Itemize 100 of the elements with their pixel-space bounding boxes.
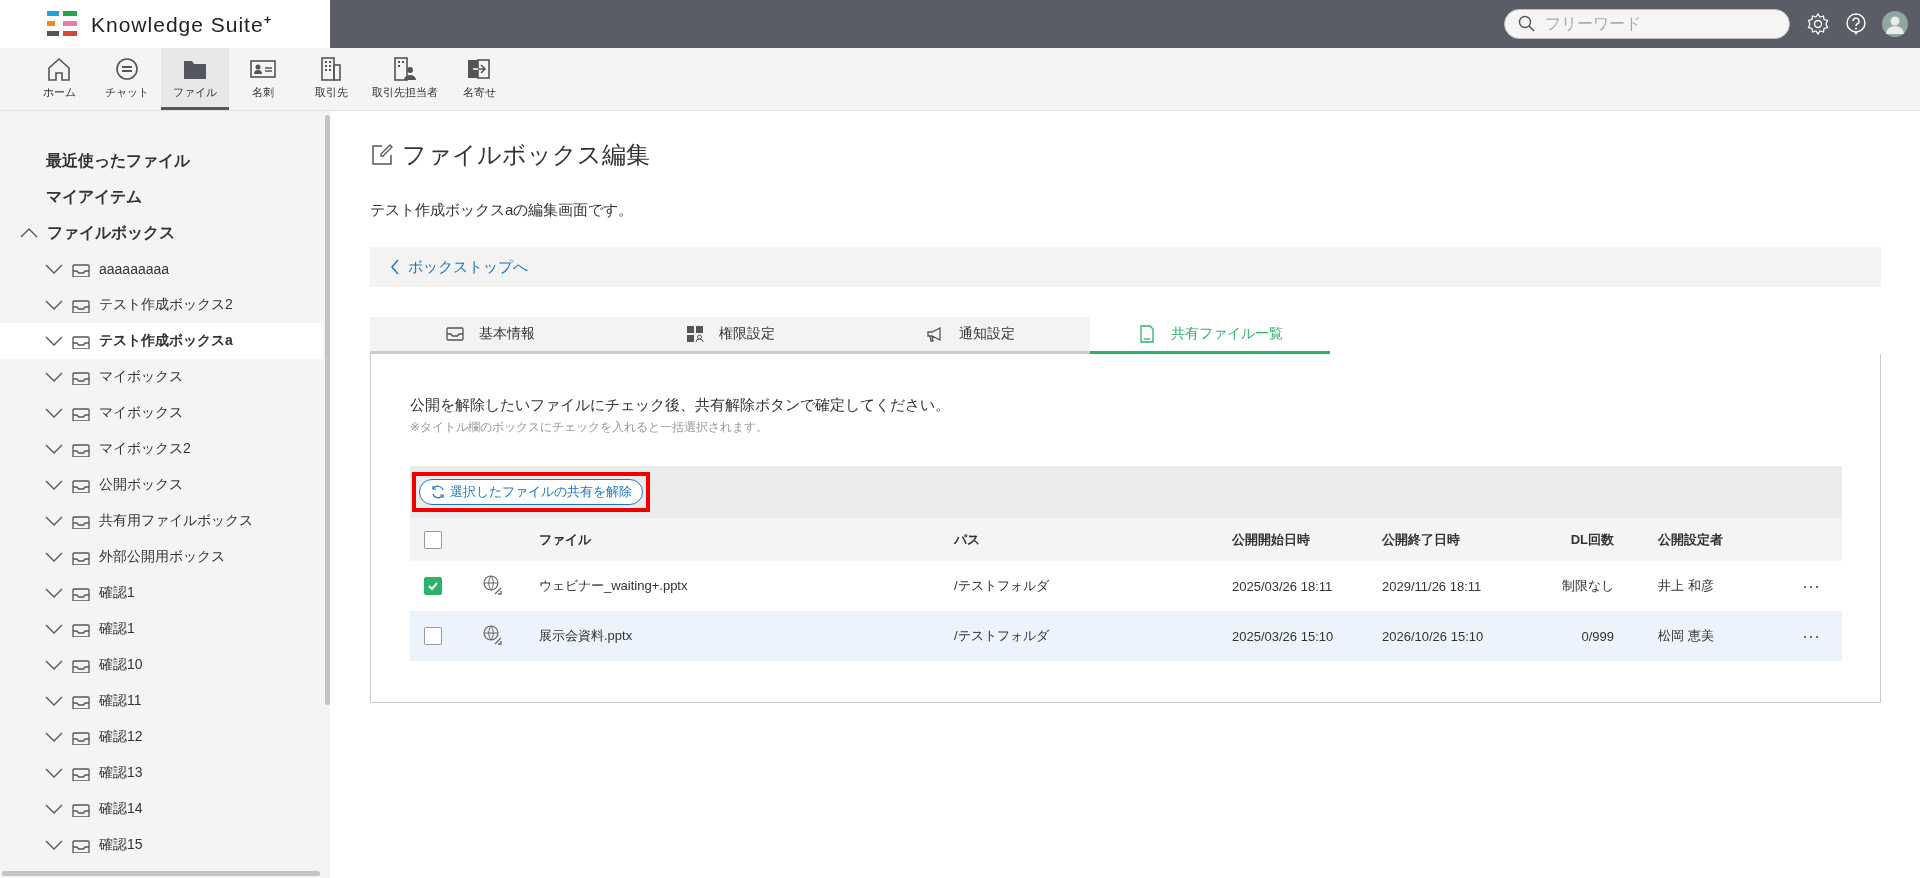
tab[interactable]: 基本情報 [370,317,610,354]
sidebar-item[interactable]: 確認15 [0,827,323,863]
nav-tab[interactable]: 取引先 [297,48,365,110]
table-cell: 松岡 恵美 [1658,628,1714,643]
page-description: テスト作成ボックスaの編集画面です。 [370,201,635,220]
sidebar-item[interactable]: テスト作成ボックスa [0,323,323,359]
chevron-down-icon[interactable] [45,803,63,815]
inbox-icon [71,549,91,565]
inbox-icon [71,261,91,277]
inbox-icon [71,693,91,709]
inbox-icon [71,477,91,493]
nav-tab[interactable]: 名刺 [229,48,297,110]
table-cell: ウェビナー_waiting+.pptx [539,578,688,593]
chevron-down-icon[interactable] [45,515,63,527]
sidebar-item[interactable]: 確認1 [0,575,323,611]
nav-tab[interactable]: 取引先担当者 [365,48,445,110]
chevron-down-icon[interactable] [45,263,63,275]
tab[interactable]: 権限設定 [610,317,850,354]
sidebar-link[interactable]: 最近使ったファイル [46,150,190,172]
logo-icon [47,11,77,37]
table-cell: 2025/03/26 18:11 [1232,578,1333,594]
search-field[interactable]: フリーワード [1504,9,1790,39]
sidebar-item[interactable]: マイボックス [0,359,323,395]
sidebar-link[interactable]: マイアイテム [46,186,142,208]
table-cell: 2029/11/26 18:11 [1382,578,1482,594]
chevron-down-icon[interactable] [45,479,63,491]
edit-icon [370,143,394,167]
nav-tab[interactable]: ホーム [25,48,93,110]
chevron-down-icon[interactable] [45,659,63,671]
chevron-down-icon[interactable] [45,587,63,599]
column-header: DL回数 [1570,531,1614,547]
chevron-down-icon[interactable] [45,731,63,743]
chevron-down-icon[interactable] [45,371,63,383]
instruction-text: 公開を解除したいファイルにチェック後、共有解除ボタンで確定してください。 [410,396,951,415]
inbox-icon [71,837,91,853]
chevron-down-icon[interactable] [45,767,63,779]
sidebar-item[interactable]: マイボックス [0,395,323,431]
settings-icon[interactable] [1806,12,1830,36]
table-cell: 井上 和彦 [1658,578,1714,593]
inbox-icon [71,513,91,529]
chevron-down-icon[interactable] [45,335,63,347]
inbox-icon [71,765,91,781]
sidebar-item[interactable]: aaaaaaaaa [0,251,323,287]
column-header: 公開開始日時 [1232,531,1310,547]
sidebar-item[interactable]: 確認11 [0,683,323,719]
sidebar-item[interactable]: マイボックス2 [0,431,323,467]
chevron-down-icon[interactable] [45,623,63,635]
chevron-down-icon[interactable] [45,407,63,419]
sidebar-item[interactable]: 確認14 [0,791,323,827]
more-button[interactable]: ··· [1796,624,1826,648]
table-cell: 0/999 [1581,628,1614,644]
sidebar-item[interactable]: 外部公開用ボックス [0,539,323,575]
scrollbar[interactable] [2,871,320,876]
column-header: 公開設定者 [1658,531,1723,547]
chevron-down-icon[interactable] [45,551,63,563]
inbox-icon [71,657,91,673]
tab[interactable]: 通知設定 [850,317,1090,354]
chat-icon [113,55,141,83]
document-icon [1137,324,1157,344]
permissions-icon [685,324,705,344]
column-header: 公開終了日時 [1382,531,1460,547]
sidebar-item[interactable]: 確認1 [0,611,323,647]
inbox-icon [71,369,91,385]
back-link[interactable]: ボックストップへ [390,257,528,277]
scrollbar[interactable] [325,115,330,705]
chevron-left-icon [390,259,400,275]
inbox-icon [71,729,91,745]
checkbox[interactable] [424,577,442,595]
nav-tab[interactable]: チャット [93,48,161,110]
sidebar-item[interactable]: 確認10 [0,647,323,683]
sidebar-item[interactable]: 公開ボックス [0,467,323,503]
table-cell: 2026/10/26 15:10 [1382,628,1484,644]
chevron-up-icon[interactable] [20,227,38,239]
chevron-down-icon[interactable] [45,443,63,455]
inbox-icon [71,441,91,457]
table-row[interactable]: 展示会資料.pptx /テストフォルダ 2025/03/26 15:10 2026/10/26 15:10 0/999 松岡 恵美 ··· [410,611,1842,661]
sidebar-item[interactable]: テスト作成ボックス2 [0,287,323,323]
globe-link-icon [482,623,504,646]
help-icon[interactable] [1844,12,1868,36]
home-icon [45,55,73,83]
nav-tab[interactable]: ファイル [161,48,229,110]
sidebar-link[interactable]: ファイルボックス [47,222,175,244]
inbox-icon [71,297,91,313]
more-button[interactable]: ··· [1796,574,1826,598]
table-cell: 2025/03/26 15:10 [1232,628,1334,644]
inbox-icon [71,585,91,601]
sidebar-item[interactable]: 共有用ファイルボックス [0,503,323,539]
chevron-down-icon[interactable] [45,839,63,851]
chevron-down-icon[interactable] [45,299,63,311]
building-person-icon [391,55,419,83]
checkbox[interactable] [424,627,442,645]
table-row[interactable]: ウェビナー_waiting+.pptx /テストフォルダ 2025/03/26 18:11 2029/11/26 18:11 制限なし 井上 和彦 ··· [410,561,1842,611]
checkbox[interactable] [424,530,442,549]
logo-text: Knowledge Suite$^{+}$ [91,11,273,37]
avatar[interactable] [1882,11,1908,37]
nav-tab[interactable]: 名寄せ [445,48,513,110]
unshare-button[interactable]: 選択したファイルの共有を解除 [419,479,643,505]
sidebar-item[interactable]: 確認12 [0,719,323,755]
chevron-down-icon[interactable] [45,695,63,707]
sidebar-item[interactable]: 確認13 [0,755,323,791]
